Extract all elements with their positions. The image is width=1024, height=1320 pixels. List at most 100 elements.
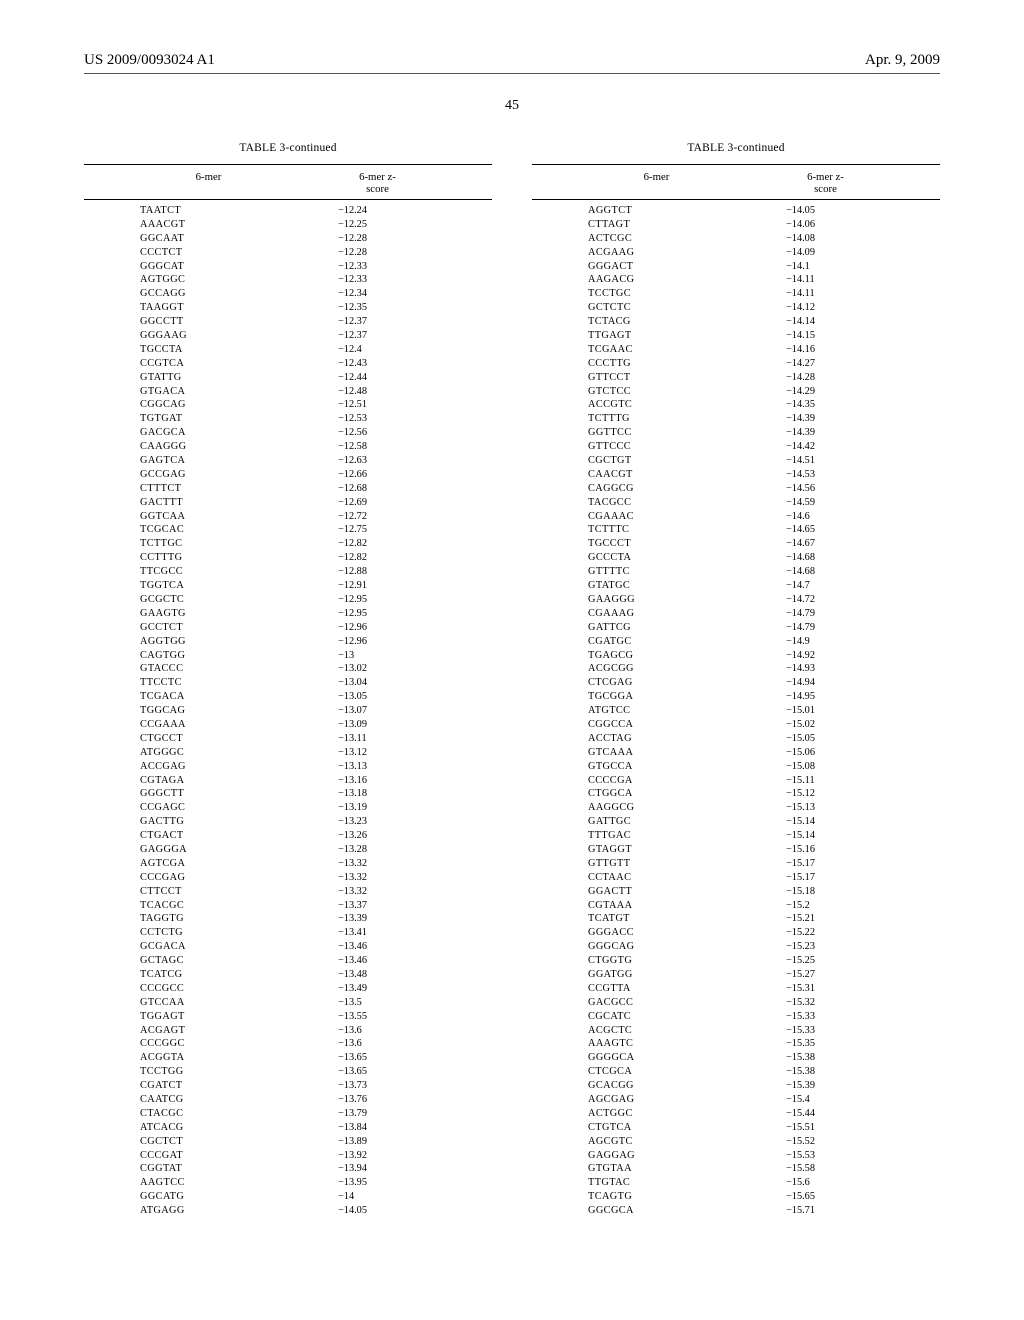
publication-number: US 2009/0093024 A1: [84, 52, 215, 69]
cell-6mer: GCACGG: [532, 1079, 742, 1093]
cell-zscore: −13.05: [294, 690, 492, 704]
cell-6mer: GTTCCT: [532, 371, 742, 385]
cell-6mer: AAGTCC: [84, 1176, 294, 1190]
cell-zscore: −13.37: [294, 899, 492, 913]
cell-zscore: −14.05: [294, 1204, 492, 1218]
cell-zscore: −14.56: [742, 482, 940, 496]
table-row: TGGAGT−13.55: [84, 1010, 492, 1024]
cell-zscore: −14.6: [742, 510, 940, 524]
cell-6mer: GGGCAG: [532, 940, 742, 954]
table-row: GGCATG−14: [84, 1190, 492, 1204]
cell-zscore: −15.05: [742, 732, 940, 746]
cell-zscore: −14.42: [742, 440, 940, 454]
table-row: CCCTCT−12.28: [84, 246, 492, 260]
table-row: ATGGGC−13.12: [84, 746, 492, 760]
cell-6mer: GGATGG: [532, 968, 742, 982]
table-row: AGGTGG−12.96: [84, 635, 492, 649]
cell-zscore: −15.71: [742, 1204, 940, 1218]
table-row: GGGCTT−13.18: [84, 787, 492, 801]
table-title-right: TABLE 3-continued: [532, 142, 940, 154]
cell-6mer: ACGGTA: [84, 1051, 294, 1065]
table-row: CCGTTA−15.31: [532, 982, 940, 996]
cell-6mer: ACGCGG: [532, 662, 742, 676]
table-row: ATCACG−13.84: [84, 1121, 492, 1135]
cell-6mer: AGCGAG: [532, 1093, 742, 1107]
cell-zscore: −12.34: [294, 287, 492, 301]
table-row: ACCTAG−15.05: [532, 732, 940, 746]
cell-6mer: AAACGT: [84, 218, 294, 232]
cell-6mer: CCCGGC: [84, 1037, 294, 1051]
cell-zscore: −15.51: [742, 1121, 940, 1135]
cell-zscore: −12.51: [294, 398, 492, 412]
cell-6mer: TGTGAT: [84, 412, 294, 426]
cell-zscore: −14.09: [742, 246, 940, 260]
table-row: AAAGTC−15.35: [532, 1037, 940, 1051]
cell-zscore: −12.44: [294, 371, 492, 385]
cell-zscore: −13.94: [294, 1162, 492, 1176]
cell-zscore: −14.93: [742, 662, 940, 676]
cell-zscore: −14.35: [742, 398, 940, 412]
cell-zscore: −13.32: [294, 857, 492, 871]
cell-zscore: −13.11: [294, 732, 492, 746]
cell-6mer: GACGCA: [84, 426, 294, 440]
cell-zscore: −14.14: [742, 315, 940, 329]
cell-zscore: −14.29: [742, 385, 940, 399]
cell-6mer: AAGACG: [532, 273, 742, 287]
cell-zscore: −13.92: [294, 1149, 492, 1163]
cell-6mer: TCGACA: [84, 690, 294, 704]
cell-6mer: CCGAGC: [84, 801, 294, 815]
cell-6mer: TTTGAC: [532, 829, 742, 843]
col-header-zscore: 6-mer z- score: [293, 171, 492, 195]
table-row: GTCCAA−13.5: [84, 996, 492, 1010]
table-row: GTCTCC−14.29: [532, 385, 940, 399]
cell-zscore: −12.75: [294, 523, 492, 537]
cell-6mer: GCGCTC: [84, 593, 294, 607]
cell-6mer: GGTTCC: [532, 426, 742, 440]
cell-zscore: −15.17: [742, 871, 940, 885]
table-row: GACGCA−12.56: [84, 426, 492, 440]
table-row: TGCCTA−12.4: [84, 343, 492, 357]
cell-6mer: ATGTCC: [532, 704, 742, 718]
cell-6mer: TTGTAC: [532, 1176, 742, 1190]
cell-6mer: GGGAAG: [84, 329, 294, 343]
cell-zscore: −15.06: [742, 746, 940, 760]
table-row: TGTGAT−12.53: [84, 412, 492, 426]
cell-6mer: GACTTT: [84, 496, 294, 510]
cell-6mer: TACGCC: [532, 496, 742, 510]
cell-6mer: CAGGCG: [532, 482, 742, 496]
cell-6mer: CTGACT: [84, 829, 294, 843]
table-row: GAGGGA−13.28: [84, 843, 492, 857]
table-row: AAGTCC−13.95: [84, 1176, 492, 1190]
table-row: GTTCCT−14.28: [532, 371, 940, 385]
table-row: CGATCT−13.73: [84, 1079, 492, 1093]
cell-6mer: GCCGAG: [84, 468, 294, 482]
cell-zscore: −15.6: [742, 1176, 940, 1190]
table-row: GTGCCA−15.08: [532, 760, 940, 774]
cell-6mer: CCCTCT: [84, 246, 294, 260]
table-row: CTTAGT−14.06: [532, 218, 940, 232]
cell-6mer: GATTCG: [532, 621, 742, 635]
cell-6mer: CTGTCA: [532, 1121, 742, 1135]
cell-6mer: GGCAAT: [84, 232, 294, 246]
cell-6mer: GACGCC: [532, 996, 742, 1010]
cell-zscore: −15.58: [742, 1162, 940, 1176]
cell-zscore: −14.67: [742, 537, 940, 551]
cell-6mer: GGGGCA: [532, 1051, 742, 1065]
cell-zscore: −12.66: [294, 468, 492, 482]
table-row: GCCTCT−12.96: [84, 621, 492, 635]
cell-zscore: −12.35: [294, 301, 492, 315]
cell-6mer: TCTTTC: [532, 523, 742, 537]
table-row: GTTGTT−15.17: [532, 857, 940, 871]
table-row: TCGAAC−14.16: [532, 343, 940, 357]
table-row: AAACGT−12.25: [84, 218, 492, 232]
cell-zscore: −14.68: [742, 565, 940, 579]
cell-6mer: TCTACG: [532, 315, 742, 329]
cell-zscore: −12.33: [294, 260, 492, 274]
table-row: CTGTCA−15.51: [532, 1121, 940, 1135]
table-row: ATGTCC−15.01: [532, 704, 940, 718]
table-row: GGGCAG−15.23: [532, 940, 940, 954]
cell-6mer: GAGGGA: [84, 843, 294, 857]
cell-6mer: TTCGCC: [84, 565, 294, 579]
cell-zscore: −13.55: [294, 1010, 492, 1024]
cell-zscore: −14.1: [742, 260, 940, 274]
